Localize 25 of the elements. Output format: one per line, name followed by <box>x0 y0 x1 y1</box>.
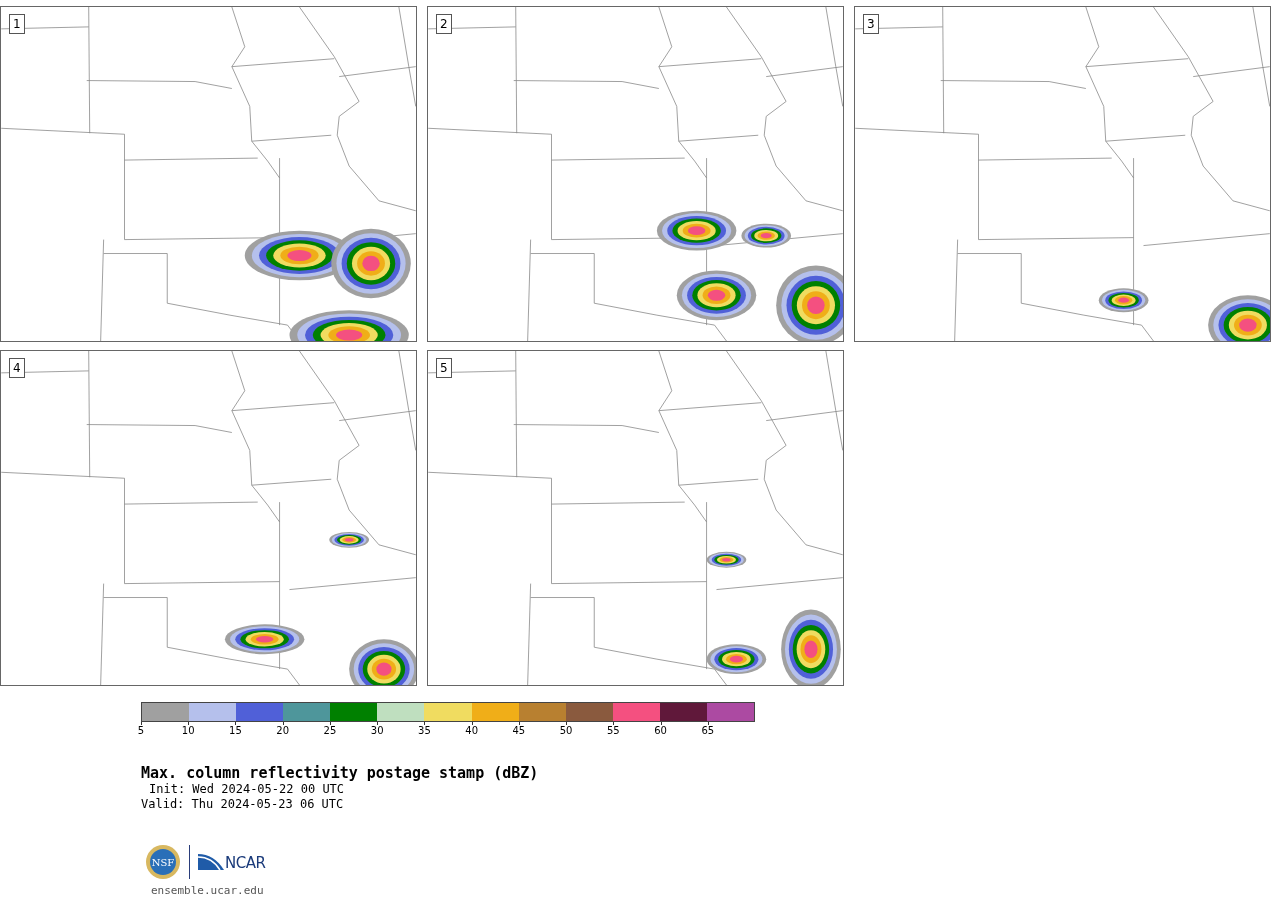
panel-number: 4 <box>9 358 25 378</box>
site-link[interactable]: ensemble.ucar.edu <box>141 884 1280 897</box>
logo-wordmark: NCAR <box>225 854 266 872</box>
init-time: Init: Wed 2024-05-22 00 UTC <box>148 782 346 797</box>
tick-label: 40 <box>465 725 478 736</box>
tick-label: 45 <box>512 725 526 736</box>
panel-number: 2 <box>436 14 452 34</box>
tick-label: 5 <box>137 725 145 736</box>
tick-label: 20 <box>276 725 290 736</box>
tick-label: 10 <box>181 725 195 736</box>
panel-number: 3 <box>863 14 879 34</box>
tick-label: 25 <box>323 725 337 736</box>
swoosh-logo-icon <box>198 852 224 872</box>
tick-label: 30 <box>370 725 384 736</box>
tick-label: 65 <box>701 725 715 736</box>
seal-logo-icon: NSF <box>145 844 181 880</box>
chart-title: Max. column reflectivity postage stamp (dBZ) <box>141 764 540 782</box>
panel-number: 5 <box>436 358 452 378</box>
tick-label: 35 <box>418 725 431 736</box>
valid-time: Valid: Thu 2024-05-23 06 UTC <box>141 797 345 812</box>
panel-number: 1 <box>9 14 25 34</box>
tick-label: 55 <box>607 725 620 736</box>
tick-label: 15 <box>229 725 242 736</box>
tick-label: 60 <box>654 725 667 736</box>
tick-label: 50 <box>559 725 573 736</box>
